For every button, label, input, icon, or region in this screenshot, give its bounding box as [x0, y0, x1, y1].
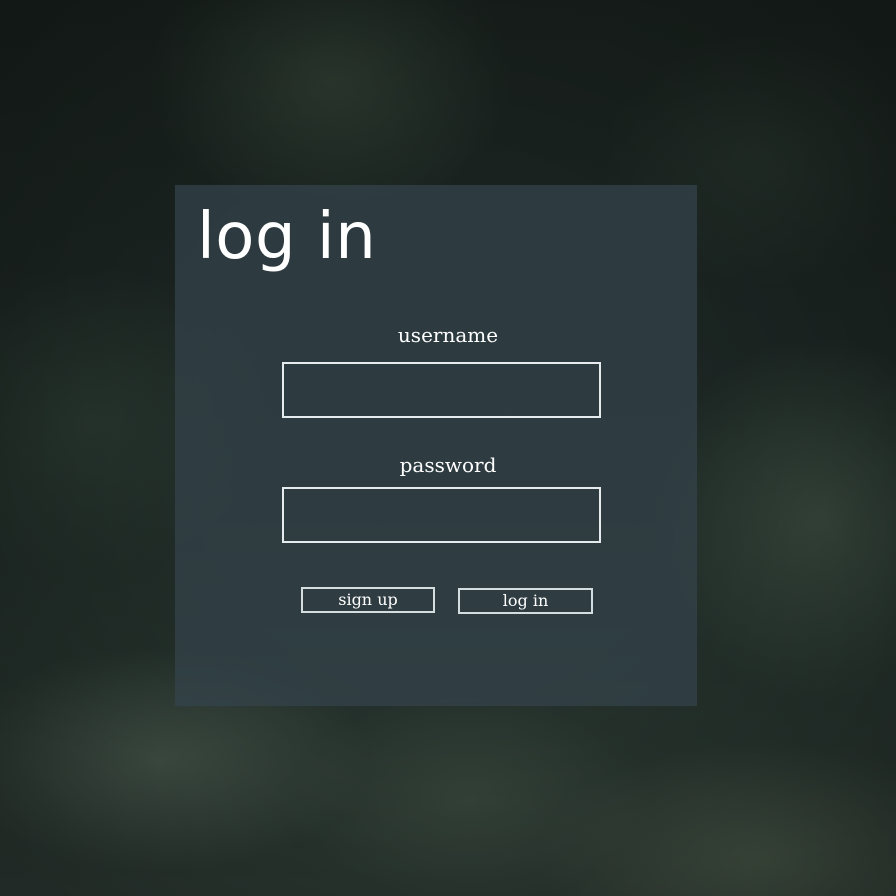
username-label: username	[397, 323, 499, 347]
login-panel: log in username password sign up log in	[175, 185, 697, 706]
password-input[interactable]	[282, 487, 601, 543]
sign-up-button[interactable]: sign up	[301, 587, 435, 613]
page-title: log in	[197, 200, 377, 274]
username-input[interactable]	[282, 362, 601, 418]
password-label: password	[399, 453, 497, 477]
log-in-button[interactable]: log in	[458, 588, 593, 614]
